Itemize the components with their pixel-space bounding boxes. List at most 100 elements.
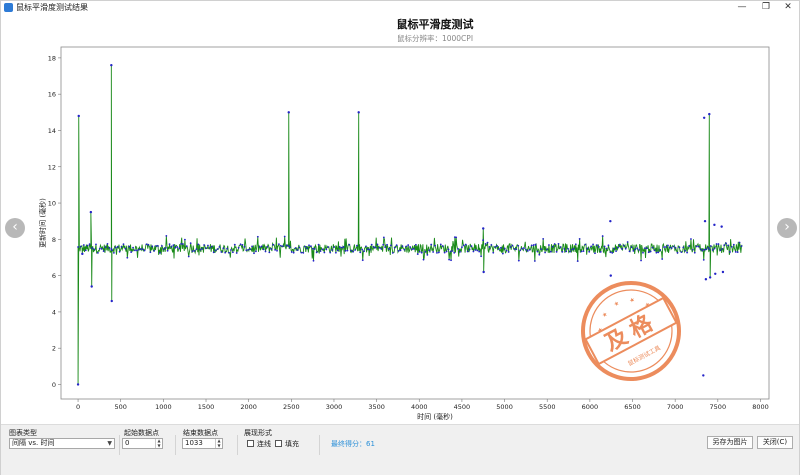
data-point (474, 249, 477, 251)
data-point (378, 246, 381, 249)
data-point (513, 247, 516, 250)
data-point (663, 246, 665, 248)
y-tick-label: 0 (52, 381, 56, 389)
spike-point (110, 299, 113, 303)
data-point (484, 242, 487, 245)
spin-arrows-icon[interactable]: ▲ ▼ (155, 438, 162, 448)
restore-button[interactable]: ❐ (755, 1, 777, 14)
data-point (197, 243, 200, 246)
close-button[interactable]: 关闭(C) (757, 436, 793, 449)
outlier-point (714, 272, 717, 276)
data-point (79, 245, 82, 248)
data-point (533, 260, 536, 262)
data-point (405, 245, 408, 248)
data-point (253, 252, 255, 255)
data-point (416, 253, 419, 255)
group-divider (319, 435, 320, 455)
end-point-stepper[interactable]: 1033 ▲ ▼ (182, 438, 223, 449)
minimize-button[interactable]: — (731, 1, 753, 14)
data-point (224, 251, 227, 254)
data-point (636, 247, 639, 250)
data-point (580, 250, 583, 253)
data-point (137, 248, 140, 251)
app-icon (4, 3, 13, 12)
data-point (132, 246, 134, 249)
data-point (496, 245, 499, 247)
data-point (449, 250, 452, 253)
chart-type-select[interactable]: 间隔 vs. 时间 ▼ (9, 438, 115, 449)
data-point (509, 246, 512, 248)
data-point (164, 247, 167, 249)
data-point (740, 245, 743, 247)
close-window-button[interactable]: ✕ (777, 1, 799, 14)
data-point (111, 249, 113, 252)
fill-label: 填充 (285, 440, 299, 448)
data-point (686, 251, 689, 254)
data-point (640, 259, 642, 262)
data-point (292, 251, 295, 254)
data-point (530, 244, 533, 247)
data-point (464, 243, 467, 246)
data-point (310, 245, 312, 248)
data-point (719, 249, 722, 252)
chevron-down-icon: ▼ (107, 440, 112, 447)
data-point (386, 243, 388, 246)
data-point (596, 244, 598, 247)
data-point (376, 243, 379, 246)
x-tick-label: 500 (114, 403, 126, 411)
data-point (139, 248, 142, 250)
data-point (88, 243, 91, 246)
data-point (448, 258, 451, 261)
data-point (729, 251, 731, 253)
spin-arrows-icon[interactable]: ▲ ▼ (215, 438, 222, 448)
data-point (684, 249, 687, 252)
data-point (331, 249, 333, 251)
data-point (409, 246, 411, 248)
data-point (563, 247, 566, 250)
start-point-stepper[interactable]: 0 ▲ ▼ (122, 438, 163, 449)
data-point (553, 243, 556, 245)
data-point (124, 247, 127, 250)
data-point (592, 243, 594, 246)
data-point (233, 243, 236, 246)
data-point (285, 244, 288, 247)
data-point (494, 245, 497, 248)
save-as-image-button[interactable]: 另存为图片 (707, 436, 753, 449)
data-point (178, 247, 181, 250)
data-point (407, 244, 410, 246)
data-point (447, 248, 450, 251)
data-point (546, 248, 548, 251)
data-point (628, 250, 631, 253)
data-point (468, 248, 471, 251)
connect-lines-checkbox[interactable] (247, 440, 254, 447)
data-point (228, 251, 230, 254)
data-point (434, 244, 436, 247)
data-point (668, 246, 671, 249)
data-point (333, 246, 335, 248)
data-point (159, 251, 161, 254)
data-point (323, 251, 326, 254)
data-point (262, 248, 265, 251)
x-tick-label: 1500 (198, 403, 215, 411)
chart-title: 鼠标平滑度测试 (397, 17, 474, 31)
data-point (594, 252, 596, 255)
data-point (226, 247, 229, 250)
data-point (622, 244, 625, 247)
previous-chart-button[interactable]: ‹ (5, 218, 25, 238)
data-point (501, 252, 504, 255)
data-point (98, 247, 101, 250)
data-point (77, 246, 79, 248)
data-point (193, 249, 196, 252)
data-point (274, 248, 277, 251)
data-point (582, 250, 585, 253)
data-point (505, 249, 508, 252)
data-point (245, 249, 248, 252)
data-point (690, 238, 692, 240)
data-point (93, 248, 95, 251)
next-chart-button[interactable]: › (777, 218, 797, 238)
fill-checkbox[interactable] (275, 440, 282, 447)
data-point (730, 245, 733, 248)
data-point (298, 246, 301, 249)
data-point (312, 259, 315, 262)
data-point (503, 247, 506, 250)
